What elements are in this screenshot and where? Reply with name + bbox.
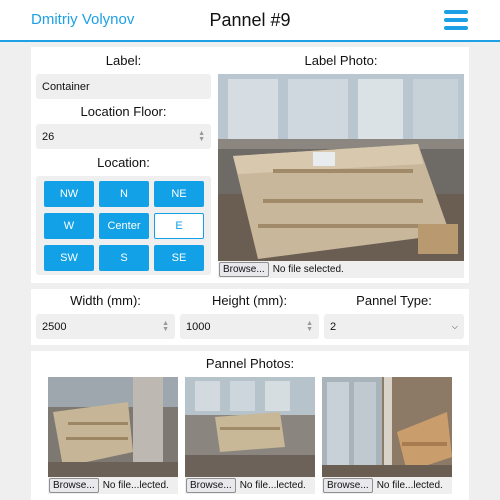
label-photo-image — [218, 74, 464, 261]
chevron-down-icon: ⌵ — [451, 321, 458, 331]
pannel-type-select[interactable]: 2 ⌵ — [324, 314, 464, 339]
pannel-photo-3-file-row: Browse... No file...lected. — [322, 477, 452, 494]
height-value: 1000 — [186, 320, 211, 333]
width-value: 2500 — [42, 320, 67, 333]
pannel-photo-3-file-status: No file...lected. — [376, 480, 443, 491]
label-photo-file-row: Browse... No file selected. — [218, 261, 464, 278]
location-s-button[interactable]: S — [99, 245, 149, 271]
location-nw-button[interactable]: NW — [44, 181, 94, 207]
pannel-photos-heading: Pannel Photos: — [205, 356, 295, 371]
label-photo-file-status: No file selected. — [272, 264, 344, 275]
pannel-photo-2-image — [185, 377, 315, 477]
floor-heading: Location Floor: — [80, 104, 167, 119]
pannel-type-value: 2 — [330, 320, 337, 333]
label-input[interactable]: Container — [36, 74, 211, 99]
location-e-button[interactable]: E — [154, 213, 204, 239]
width-input[interactable]: 2500 ▲ ▼ — [36, 314, 175, 339]
pannel-photo-3: Browse... No file...lected. — [322, 377, 452, 494]
floor-input[interactable]: 26 ▲ ▼ — [36, 124, 211, 149]
pannel-photo-1-file-status: No file...lected. — [102, 480, 169, 491]
pannel-photo-3-image — [322, 377, 452, 477]
location-w-button[interactable]: W — [44, 213, 94, 239]
pannel-photo-1-browse-button[interactable]: Browse... — [49, 478, 99, 493]
location-n-button[interactable]: N — [99, 181, 149, 207]
pannel-photo-2: Browse... No file...lected. — [185, 377, 315, 494]
type-heading: Pannel Type: — [356, 293, 432, 308]
pannel-photo-2-browse-button[interactable]: Browse... — [186, 478, 236, 493]
label-photo-box: Browse... No file selected. — [218, 74, 464, 278]
location-se-button[interactable]: SE — [154, 245, 204, 271]
pannel-photo-1: Browse... No file...lected. — [48, 377, 178, 494]
location-ne-button[interactable]: NE — [154, 181, 204, 207]
spinner-arrows-icon[interactable]: ▲ ▼ — [306, 320, 313, 333]
location-center-button[interactable]: Center — [99, 213, 149, 239]
label-photo-browse-button[interactable]: Browse... — [219, 262, 269, 277]
pannel-photo-3-browse-button[interactable]: Browse... — [323, 478, 373, 493]
spinner-arrows-icon[interactable]: ▲ ▼ — [162, 320, 169, 333]
spinner-arrows-icon[interactable]: ▲ ▼ — [198, 130, 205, 143]
page-title: Pannel #9 — [209, 10, 291, 30]
width-heading: Width (mm): — [70, 293, 141, 308]
pannel-photo-1-file-row: Browse... No file...lected. — [48, 477, 178, 494]
location-sw-button[interactable]: SW — [44, 245, 94, 271]
location-heading: Location: — [97, 155, 150, 170]
pannel-photo-2-file-row: Browse... No file...lected. — [185, 477, 315, 494]
floor-value: 26 — [42, 130, 55, 143]
app-header: Dmitriy Volynov Pannel #9 — [0, 0, 500, 42]
height-heading: Height (mm): — [211, 293, 288, 308]
label-heading: Label: — [105, 53, 142, 68]
pannel-photo-2-file-status: No file...lected. — [239, 480, 306, 491]
pannel-photo-1-image — [48, 377, 178, 477]
label-photo-heading: Label Photo: — [304, 53, 378, 68]
height-input[interactable]: 1000 ▲ ▼ — [180, 314, 319, 339]
hamburger-menu-icon[interactable] — [444, 10, 468, 32]
